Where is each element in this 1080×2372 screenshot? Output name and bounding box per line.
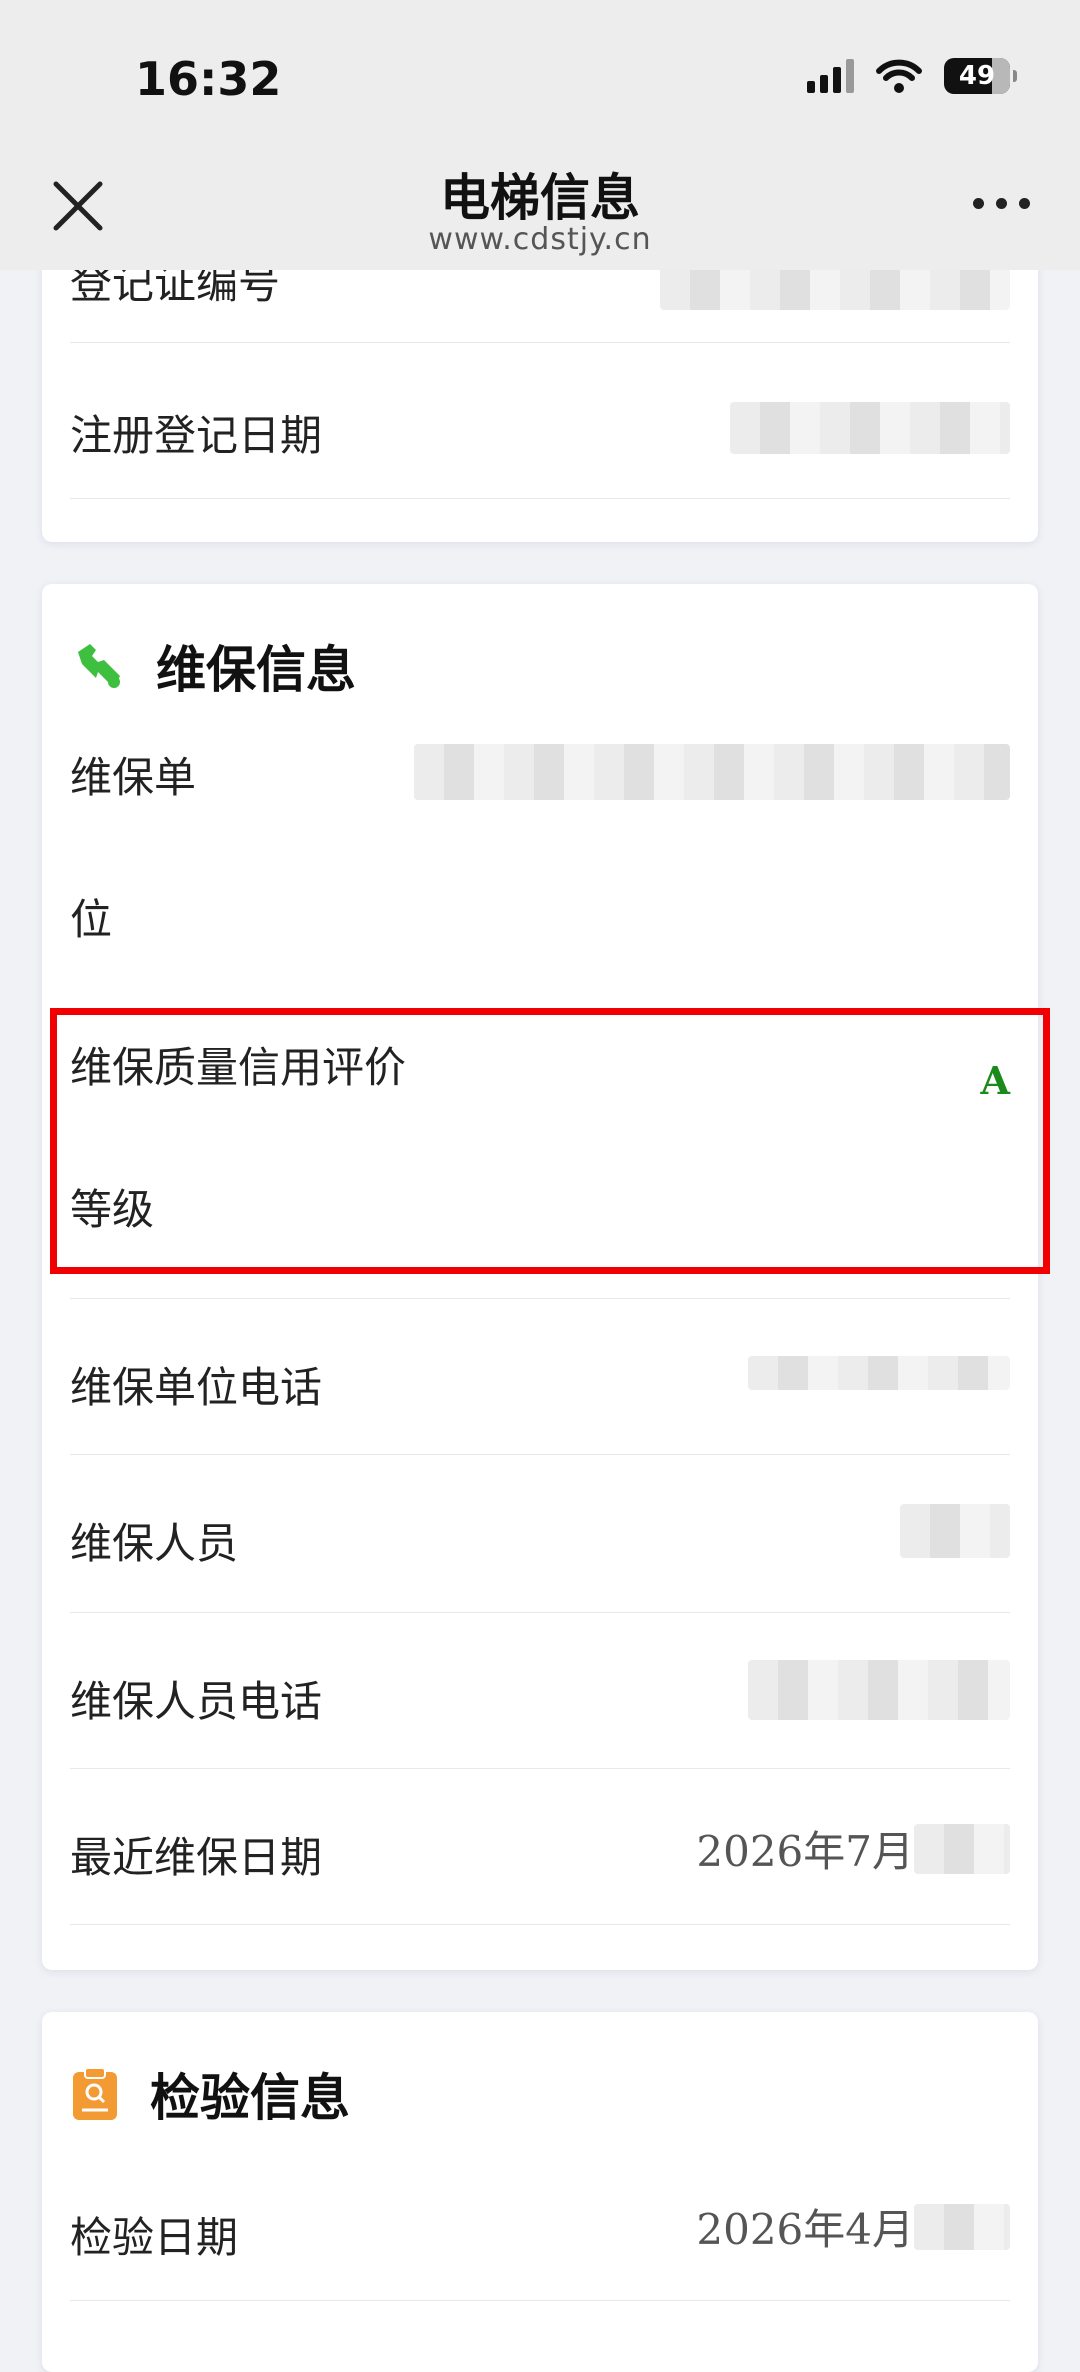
row-label: 检验日期 <box>70 2213 239 2262</box>
inspection-card: 检验信息 检验日期 2026年4月 <box>42 2012 1038 2372</box>
last-maintenance-date-row: 最近维保日期 2026年7月 <box>70 1768 1010 1925</box>
status-icons: 49 <box>807 58 1017 94</box>
row-label: 维保人员电话 <box>70 1677 323 1726</box>
signal-icon <box>807 59 854 93</box>
battery-icon: 49 <box>944 58 1017 94</box>
redacted-value <box>748 1660 1010 1720</box>
redacted-value <box>914 2204 1010 2250</box>
row-label: 维保人员 <box>70 1519 239 1568</box>
top-bar: 16:32 49 电梯信息 www.cdstjy.cn <box>0 0 1080 270</box>
redacted-value <box>730 402 1010 454</box>
page-domain: www.cdstjy.cn <box>428 222 652 257</box>
row-label: 注册登记日期 <box>70 411 323 460</box>
more-options-icon[interactable] <box>973 198 1030 209</box>
battery-level: 49 <box>958 61 996 91</box>
row-label: 维保单位电话 <box>70 1363 323 1412</box>
maintenance-unit-phone-row: 维保单位电话 <box>70 1298 1010 1455</box>
wrench-icon <box>78 644 120 688</box>
redacted-value <box>900 1504 1010 1558</box>
redacted-value <box>414 744 1010 800</box>
registration-date-row: 注册登记日期 <box>70 342 1010 499</box>
maintenance-unit-row: 维保单 位 <box>70 744 1010 1006</box>
highlight-annotation-box <box>50 1008 1050 1274</box>
redacted-value <box>748 1356 1010 1390</box>
redacted-value <box>660 266 1010 310</box>
inspection-header: 检验信息 <box>70 2058 350 2130</box>
page-title: 电梯信息 <box>440 169 640 227</box>
maintenance-card: 维保信息 维保单 位 维保质量信用评价 等级 维保单位电话 维保人员 维保人员电… <box>42 584 1038 1970</box>
inspection-title: 检验信息 <box>150 2069 350 2127</box>
wifi-icon <box>876 59 922 93</box>
inspection-report-icon <box>73 2067 117 2120</box>
redacted-value <box>914 1824 1010 1874</box>
last-maintenance-date-value: 2026年7月 <box>696 1827 914 1876</box>
maintenance-person-phone-row: 维保人员电话 <box>70 1612 1010 1769</box>
maintenance-title: 维保信息 <box>156 641 356 699</box>
row-label: 最近维保日期 <box>70 1833 323 1882</box>
inspection-date-row: 检验日期 2026年4月 <box>70 2152 1010 2301</box>
maintenance-header: 维保信息 <box>70 630 356 702</box>
maintenance-unit-label-line2: 位 <box>70 895 113 944</box>
maintenance-unit-label-line1: 维保单 <box>70 753 197 802</box>
inspection-date-value: 2026年4月 <box>696 2205 914 2254</box>
status-time: 16:32 <box>135 52 282 106</box>
maintenance-person-row: 维保人员 <box>70 1454 1010 1613</box>
